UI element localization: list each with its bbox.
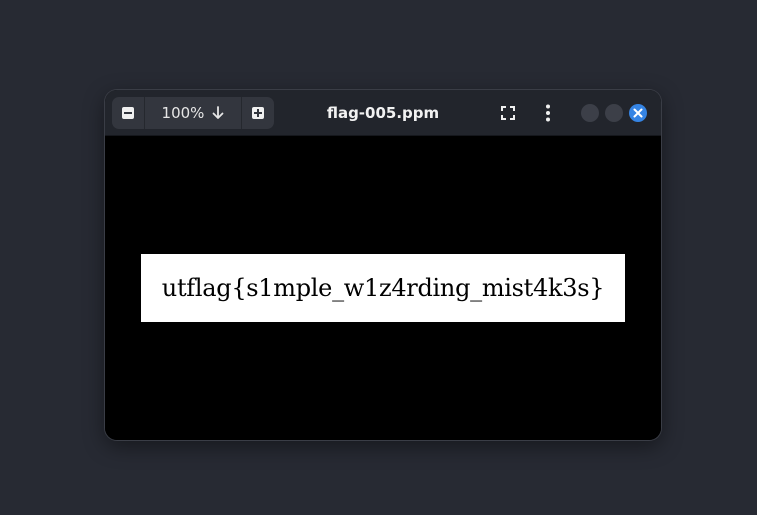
zoom-out-button[interactable]	[112, 97, 144, 129]
zoom-level-label: 100%	[161, 104, 205, 122]
main-menu-button[interactable]	[532, 97, 564, 129]
zoom-out-icon	[122, 107, 134, 119]
fullscreen-button[interactable]	[492, 97, 524, 129]
desktop: 100% flag-005.ppm utflag{s1mple_w1z4rdin…	[0, 0, 757, 515]
zoom-level-dropdown[interactable]: 100%	[144, 97, 241, 129]
image-viewer-window: 100% flag-005.ppm utflag{s1mple_w1z4rdin…	[105, 90, 661, 440]
image-text: utflag{s1mple_w1z4rding_mist4k3s}	[161, 274, 605, 302]
minimize-button[interactable]	[581, 104, 599, 122]
maximize-button[interactable]	[605, 104, 623, 122]
displayed-image: utflag{s1mple_w1z4rding_mist4k3s}	[141, 254, 625, 322]
close-icon	[633, 108, 643, 118]
arrow-down-icon	[213, 106, 224, 119]
kebab-menu-icon	[546, 104, 550, 122]
zoom-controls: 100%	[112, 97, 274, 129]
headerbar: 100% flag-005.ppm	[105, 90, 661, 136]
close-button[interactable]	[629, 104, 647, 122]
fullscreen-icon	[501, 106, 515, 120]
image-canvas[interactable]: utflag{s1mple_w1z4rding_mist4k3s}	[105, 136, 661, 440]
zoom-in-button[interactable]	[241, 97, 274, 129]
zoom-in-icon	[252, 107, 264, 119]
